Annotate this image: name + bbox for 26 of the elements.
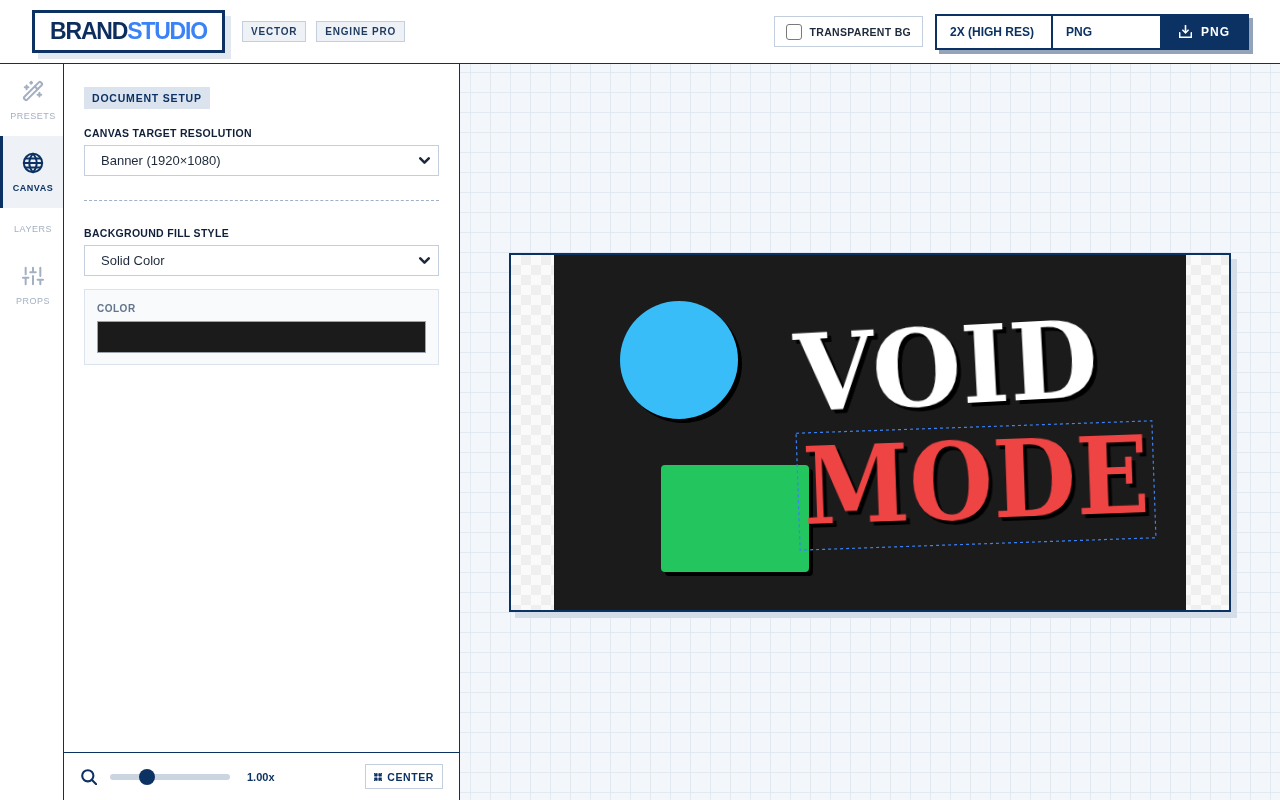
checkbox[interactable] xyxy=(785,23,802,40)
download-icon xyxy=(1179,25,1192,38)
chevron-down-icon xyxy=(419,157,430,164)
resolution-select[interactable]: Banner (1920×1080) xyxy=(84,145,439,176)
tag: VECTOR xyxy=(242,21,307,42)
sliders-icon xyxy=(22,265,44,287)
logo: BRANDSTUDIO xyxy=(32,10,231,59)
fill-style-select[interactable]: Solid Color xyxy=(84,245,439,276)
rail-tab[interactable]: CANVAS xyxy=(0,136,63,208)
shrink-icon xyxy=(374,772,383,781)
tag: ENGINE PRO xyxy=(316,21,406,42)
field-label: CANVAS TARGET RESOLUTION xyxy=(84,127,253,139)
globe-icon xyxy=(22,152,44,174)
section-heading: DOCUMENT SETUP xyxy=(84,87,210,109)
center-button[interactable]: CENTER xyxy=(365,764,443,789)
zoom-reading: 1.00x xyxy=(247,770,275,783)
canvas-text: MODE xyxy=(801,411,1152,549)
slider-thumb[interactable] xyxy=(139,768,156,785)
color-swatch[interactable] xyxy=(97,321,426,353)
download-button[interactable]: PNG xyxy=(1162,15,1247,48)
magic-wand-icon xyxy=(22,80,44,102)
field-label: COLOR xyxy=(97,303,137,315)
field-label: BACKGROUND FILL STYLE xyxy=(84,227,230,239)
chevron-down-icon xyxy=(419,257,430,264)
search-icon xyxy=(81,768,97,785)
transparent-bg-toggle[interactable]: TRANSPARENT BG xyxy=(773,16,923,47)
